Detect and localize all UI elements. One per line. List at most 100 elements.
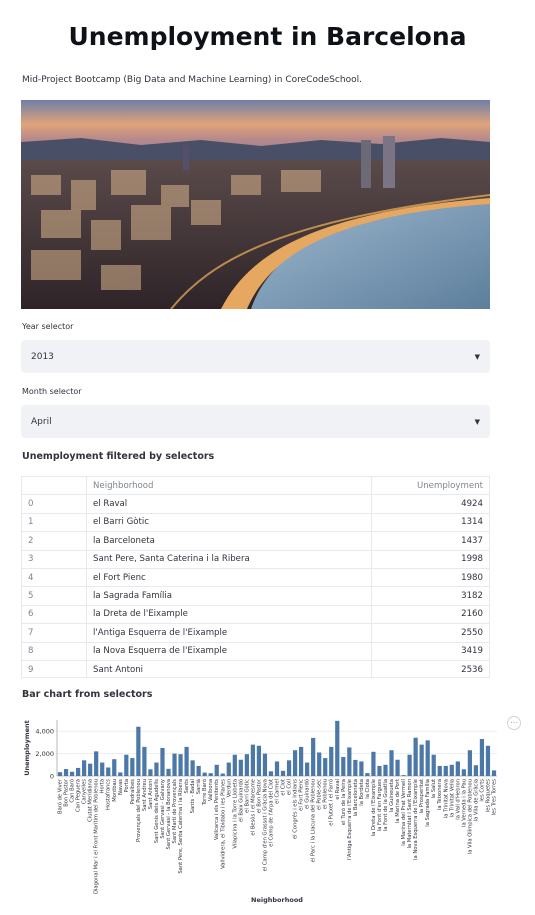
unemployment-table[interactable]: Neighborhood Unemployment 0 el Raval 4924 1… <box>21 476 490 678</box>
table-row[interactable]: 7 l'Antiga Esquerra de l'Eixample 2550 <box>22 623 489 643</box>
chart-bar <box>443 765 448 776</box>
chart-bar <box>389 750 394 776</box>
row-unemployment: 4924 <box>371 494 489 514</box>
chart-bar <box>377 765 382 776</box>
row-neighborhood: el Barri Gòtic <box>86 513 372 533</box>
x-tick-label: el Camp d'en Grassot i Gràcia Nova <box>261 779 268 871</box>
chart-bar <box>425 740 430 776</box>
x-tick-label: el Guinardó <box>304 779 311 809</box>
chevron-down-icon: ▼ <box>474 352 480 361</box>
chart-bar <box>437 765 442 776</box>
chart-bar <box>94 751 99 776</box>
month-selector[interactable]: April ▼ <box>21 405 490 438</box>
table-row[interactable]: 3 Sant Pere, Santa Caterina i la Ribera 19… <box>22 550 489 569</box>
chart-bar <box>449 764 454 776</box>
table-row[interactable]: 2 la Barceloneta 1437 <box>22 531 489 551</box>
chart-bar <box>196 765 201 776</box>
chart-bar <box>148 769 153 776</box>
chart-bar <box>226 762 231 776</box>
x-tick-label: les Tres Torres <box>491 779 497 816</box>
chart-bar <box>407 754 412 776</box>
chart-bar <box>166 768 171 776</box>
chart-bar <box>124 754 129 776</box>
column-header-unemployment[interactable]: Unemployment <box>371 477 489 496</box>
month-selector-value: April <box>31 416 52 427</box>
row-unemployment: 1980 <box>371 568 489 588</box>
chart-bar <box>112 759 117 776</box>
row-neighborhood: l'Antiga Esquerra de l'Eixample <box>86 623 372 643</box>
chart-bar <box>118 772 123 776</box>
unemployment-bar-chart: 02,0004,000UnemploymentBaró de Viver Bon … <box>23 720 497 904</box>
chart-bar <box>57 772 63 776</box>
chart-bar <box>286 760 292 776</box>
x-tick-label: el Congrés i els Indians <box>292 779 299 839</box>
row-index: 7 <box>22 623 87 643</box>
chart-bar <box>479 739 485 776</box>
table-row[interactable]: 4 el Fort Pienc 1980 <box>22 568 489 588</box>
chart-bar <box>455 761 460 776</box>
x-tick-label: Sarrià <box>195 779 202 794</box>
x-tick-label: Can Baró <box>69 779 76 803</box>
chart-bar <box>214 764 219 776</box>
chart-bar <box>419 744 424 776</box>
chart-bar <box>365 773 370 776</box>
row-unemployment: 2160 <box>371 605 489 625</box>
chart-bar <box>154 762 159 776</box>
row-neighborhood: la Barceloneta <box>86 531 372 551</box>
row-index: 6 <box>22 605 87 625</box>
chart-bar <box>82 760 87 776</box>
row-index: 5 <box>22 586 87 606</box>
row-index: 0 <box>22 494 87 514</box>
chart-bar <box>106 767 111 776</box>
row-index: 4 <box>22 568 87 588</box>
row-unemployment: 1998 <box>371 550 489 569</box>
x-tick-label: el Putxet i el Farró <box>328 779 335 826</box>
table-row[interactable]: 0 el Raval 4924 <box>22 494 489 514</box>
chart-bar <box>184 746 189 776</box>
chart-bar <box>461 769 466 776</box>
chart-bar <box>142 746 147 776</box>
row-index: 8 <box>22 642 87 661</box>
column-header-index[interactable] <box>22 477 87 496</box>
y-tick-label: 0 <box>50 773 54 781</box>
chart-bar <box>208 773 213 776</box>
column-header-neighborhood[interactable]: Neighborhood <box>86 477 372 496</box>
table-row[interactable]: 6 la Dreta de l'Eixample 2160 <box>22 605 489 625</box>
chart-bar <box>341 756 346 776</box>
row-unemployment: 3419 <box>371 642 489 661</box>
year-selector-value: 2013 <box>31 351 54 362</box>
chart-bar <box>311 737 316 776</box>
chart-bar <box>317 752 322 776</box>
y-tick-label: 4,000 <box>35 728 54 736</box>
table-row[interactable]: 9 Sant Antoni 2536 <box>22 660 489 677</box>
row-neighborhood: la Sagrada Família <box>86 586 372 606</box>
row-unemployment: 2536 <box>371 660 489 677</box>
x-tick-label: el Baix Guinardó <box>237 779 244 822</box>
chart-bar <box>160 748 165 776</box>
chart-bar <box>69 771 75 776</box>
more-horizontal-icon[interactable]: ⋯ <box>507 716 521 730</box>
chart-bar <box>178 754 183 776</box>
chart-bar <box>63 769 69 776</box>
year-selector[interactable]: 2013 ▼ <box>21 340 490 373</box>
table-row[interactable]: 5 la Sagrada Família 3182 <box>22 586 489 606</box>
chart-bar <box>401 775 406 776</box>
x-tick-label: Sant Martí de Provençals <box>171 779 178 844</box>
year-selector-label: Year selector <box>22 322 74 331</box>
x-tick-label: la Vila de Gràcia <box>472 779 479 821</box>
chart-bar <box>323 758 328 776</box>
chart-bar <box>100 762 105 776</box>
row-unemployment: 1314 <box>371 513 489 533</box>
chart-bar <box>136 726 141 776</box>
chart-bar <box>232 754 237 776</box>
chart-bar <box>371 751 376 776</box>
chart-bar <box>88 763 93 776</box>
chart-bar <box>353 759 358 776</box>
chart-bar <box>220 773 225 776</box>
chart-bar <box>299 746 304 776</box>
table-row[interactable]: 1 el Barri Gòtic 1314 <box>22 513 489 533</box>
chart-bar <box>491 770 497 776</box>
chart-bar <box>292 750 298 776</box>
table-row[interactable]: 8 la Nova Esquerra de l'Eixample 3419 <box>22 642 489 661</box>
chart-bar <box>305 762 310 776</box>
